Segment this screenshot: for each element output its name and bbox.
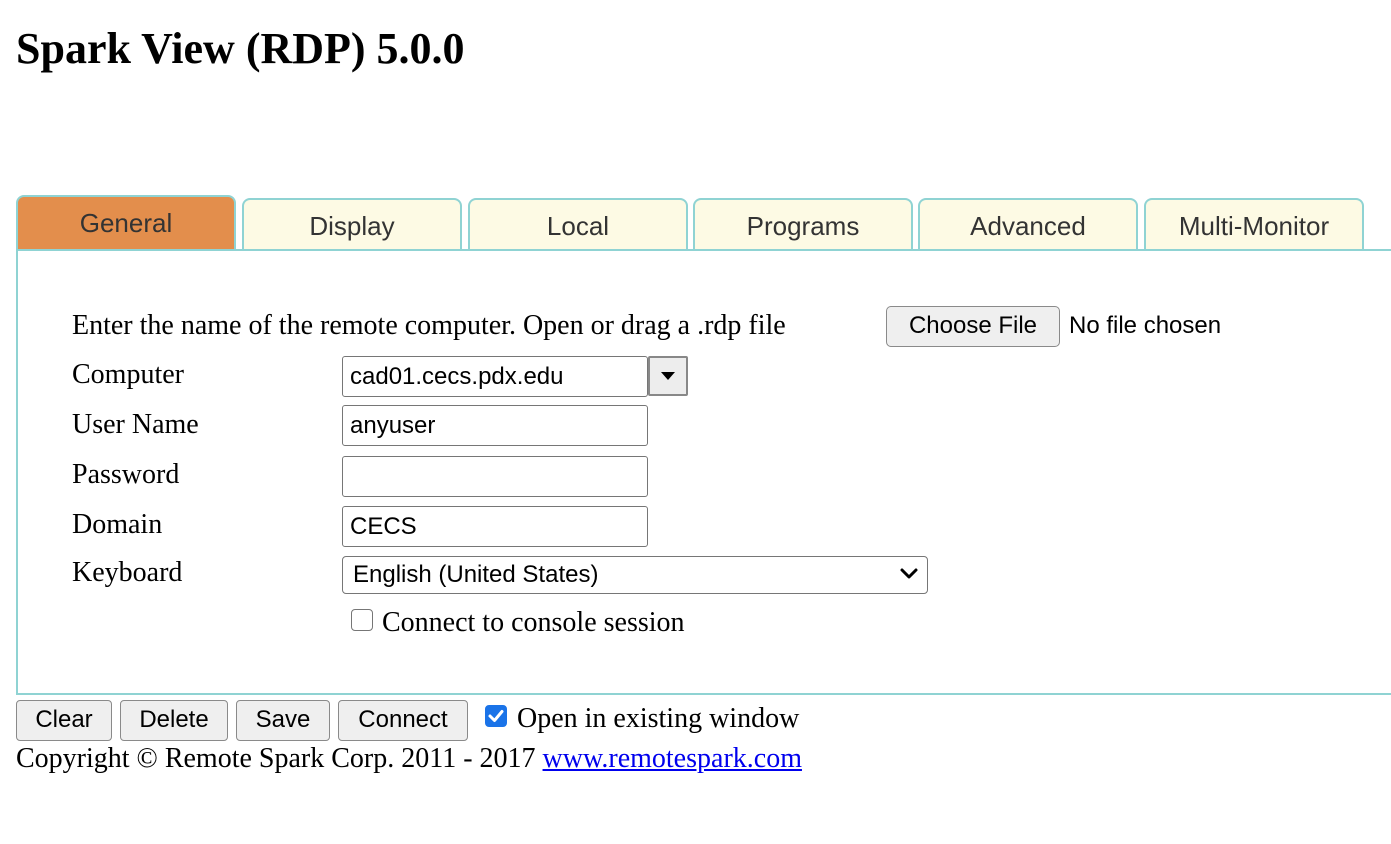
clear-button[interactable]: Clear <box>16 700 112 741</box>
password-label: Password <box>72 459 180 490</box>
computer-label: Computer <box>72 359 184 390</box>
tab-multi-monitor[interactable]: Multi-Monitor <box>1144 198 1364 251</box>
connect-button[interactable]: Connect <box>338 700 468 741</box>
file-status: No file chosen <box>1069 312 1222 339</box>
domain-input[interactable]: CECS <box>342 506 648 547</box>
open-existing-window-label: Open in existing window <box>517 703 800 734</box>
keyboard-select[interactable]: English (United States) <box>342 556 928 594</box>
tab-local[interactable]: Local <box>468 198 688 251</box>
username-label: User Name <box>72 409 199 440</box>
password-input[interactable] <box>342 456 648 497</box>
remotespark-link[interactable]: www.remotespark.com <box>543 743 802 774</box>
checkmark-icon <box>488 710 504 722</box>
tab-general[interactable]: General <box>16 195 236 251</box>
tab-display[interactable]: Display <box>242 198 462 251</box>
footer: Copyright © Remote Spark Corp. 2011 - 20… <box>16 742 802 776</box>
delete-button[interactable]: Delete <box>120 700 228 741</box>
console-session-label: Connect to console session <box>382 607 685 638</box>
page-title: Spark View (RDP) 5.0.0 <box>16 24 465 73</box>
triangle-down-icon <box>661 372 675 380</box>
open-existing-window-checkbox[interactable] <box>485 705 507 727</box>
intro-text: Enter the name of the remote computer. O… <box>72 310 786 341</box>
keyboard-select-value: English (United States) <box>353 561 599 588</box>
domain-label: Domain <box>72 509 163 540</box>
tab-programs[interactable]: Programs <box>693 198 913 251</box>
console-session-checkbox[interactable] <box>351 609 373 631</box>
username-input[interactable]: anyuser <box>342 405 648 446</box>
tab-advanced[interactable]: Advanced <box>918 198 1138 251</box>
keyboard-label: Keyboard <box>72 557 183 588</box>
computer-input[interactable]: cad01.cecs.pdx.edu <box>342 356 648 397</box>
copyright-text: Copyright © Remote Spark Corp. 2011 - 20… <box>16 743 536 774</box>
save-button[interactable]: Save <box>236 700 330 741</box>
choose-file-button[interactable]: Choose File <box>886 306 1060 347</box>
computer-dropdown-button[interactable] <box>648 356 688 396</box>
chevron-down-icon <box>900 568 918 579</box>
